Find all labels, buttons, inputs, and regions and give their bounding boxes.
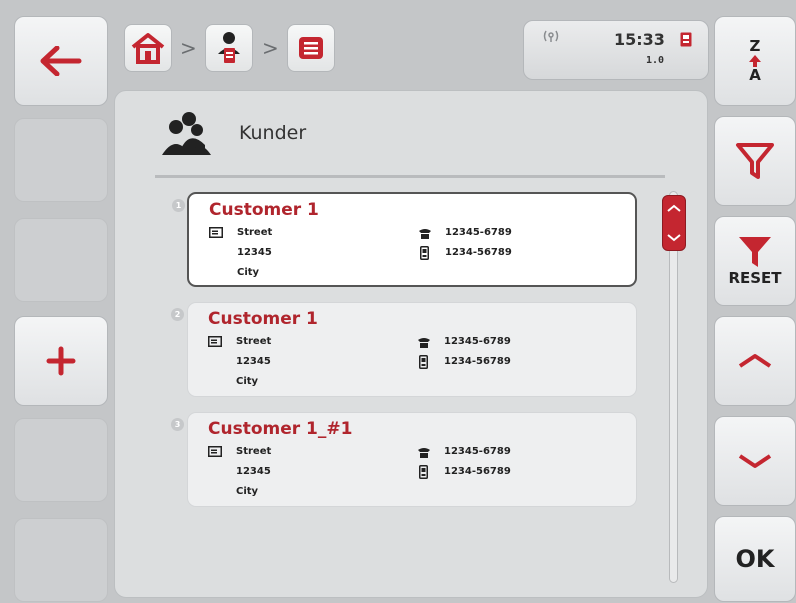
address-street: Street <box>237 227 273 238</box>
reset-label: RESET <box>728 269 782 287</box>
main-panel: Kunder 1 Customer 1 Street 12345 City 12… <box>114 90 708 598</box>
chevron-up-icon <box>667 204 681 212</box>
mobile-icon <box>419 355 428 369</box>
filter-icon <box>736 143 774 179</box>
scroll-up-button[interactable] <box>714 316 796 406</box>
clock-time: 15:33 <box>614 30 665 49</box>
page-title: Kunder <box>239 122 307 144</box>
home-button[interactable] <box>124 24 172 72</box>
sort-button[interactable]: Z A <box>714 16 796 106</box>
chevron-down-icon <box>738 454 772 468</box>
reset-filter-button[interactable]: RESET <box>714 216 796 306</box>
list-nav-button[interactable] <box>287 24 335 72</box>
status-box: 15:33 1.0 <box>523 20 709 80</box>
scroll-down-button[interactable] <box>714 416 796 506</box>
phone-icon <box>418 338 430 348</box>
card-index: 2 <box>171 308 184 321</box>
customers-group-icon <box>162 112 211 155</box>
plus-icon <box>46 346 76 376</box>
version-label: 1.0 <box>646 55 665 66</box>
mobile-number: 1234-56789 <box>445 247 512 258</box>
breadcrumb-separator: > <box>180 36 197 60</box>
chevron-up-icon <box>738 354 772 368</box>
chevron-down-icon <box>667 234 681 242</box>
card-index: 1 <box>172 199 185 212</box>
empty-slot-1 <box>14 118 108 202</box>
address-street: Street <box>236 446 272 457</box>
mobile-number: 1234-56789 <box>444 356 511 367</box>
customer-card[interactable]: 1 Customer 1 Street 12345 City 12345-678… <box>172 192 637 287</box>
filter-filled-icon <box>739 237 771 267</box>
address-zip: 12345 <box>236 466 271 477</box>
empty-slot-2 <box>14 218 108 302</box>
customer-icon <box>218 32 240 63</box>
home-icon <box>131 33 165 64</box>
ok-button[interactable]: OK <box>714 516 796 602</box>
address-icon <box>208 446 222 457</box>
customer-name: Customer 1_#1 <box>208 419 353 439</box>
add-button[interactable] <box>14 316 108 406</box>
address-city: City <box>237 267 260 278</box>
phone-icon <box>418 448 430 458</box>
customer-name: Customer 1 <box>208 309 318 329</box>
address-zip: 12345 <box>236 356 271 367</box>
customer-name: Customer 1 <box>209 200 319 220</box>
scrollbar-thumb[interactable] <box>662 195 686 251</box>
memory-card-icon <box>680 32 692 47</box>
address-street: Street <box>236 336 272 347</box>
phone-icon <box>419 229 431 239</box>
card-index: 3 <box>171 418 184 431</box>
divider <box>155 175 665 178</box>
filter-button[interactable] <box>714 116 796 206</box>
empty-slot-3 <box>14 418 108 502</box>
customer-card[interactable]: 2 Customer 1 Street 12345 City 12345-678… <box>171 302 637 397</box>
customer-card[interactable]: 3 Customer 1_#1 Street 12345 City 12345-… <box>171 412 637 507</box>
phone-number: 12345-6789 <box>445 227 512 238</box>
arrow-left-icon <box>40 46 82 76</box>
mobile-icon <box>419 465 428 479</box>
phone-number: 12345-6789 <box>444 336 511 347</box>
address-zip: 12345 <box>237 247 272 258</box>
address-icon <box>208 336 222 347</box>
customer-nav-button[interactable] <box>205 24 253 72</box>
breadcrumb-separator: > <box>262 36 279 60</box>
phone-number: 12345-6789 <box>444 446 511 457</box>
address-city: City <box>236 376 259 387</box>
empty-slot-4 <box>14 518 108 602</box>
mobile-number: 1234-56789 <box>444 466 511 477</box>
back-button[interactable] <box>14 16 108 106</box>
address-city: City <box>236 486 259 497</box>
sort-letter-top: Z <box>749 37 761 55</box>
signal-icon <box>543 30 559 42</box>
sort-letter-bottom: A <box>749 66 761 84</box>
list-icon <box>299 37 323 59</box>
ok-label: OK <box>735 545 775 573</box>
address-icon <box>209 227 223 238</box>
mobile-icon <box>420 246 429 260</box>
